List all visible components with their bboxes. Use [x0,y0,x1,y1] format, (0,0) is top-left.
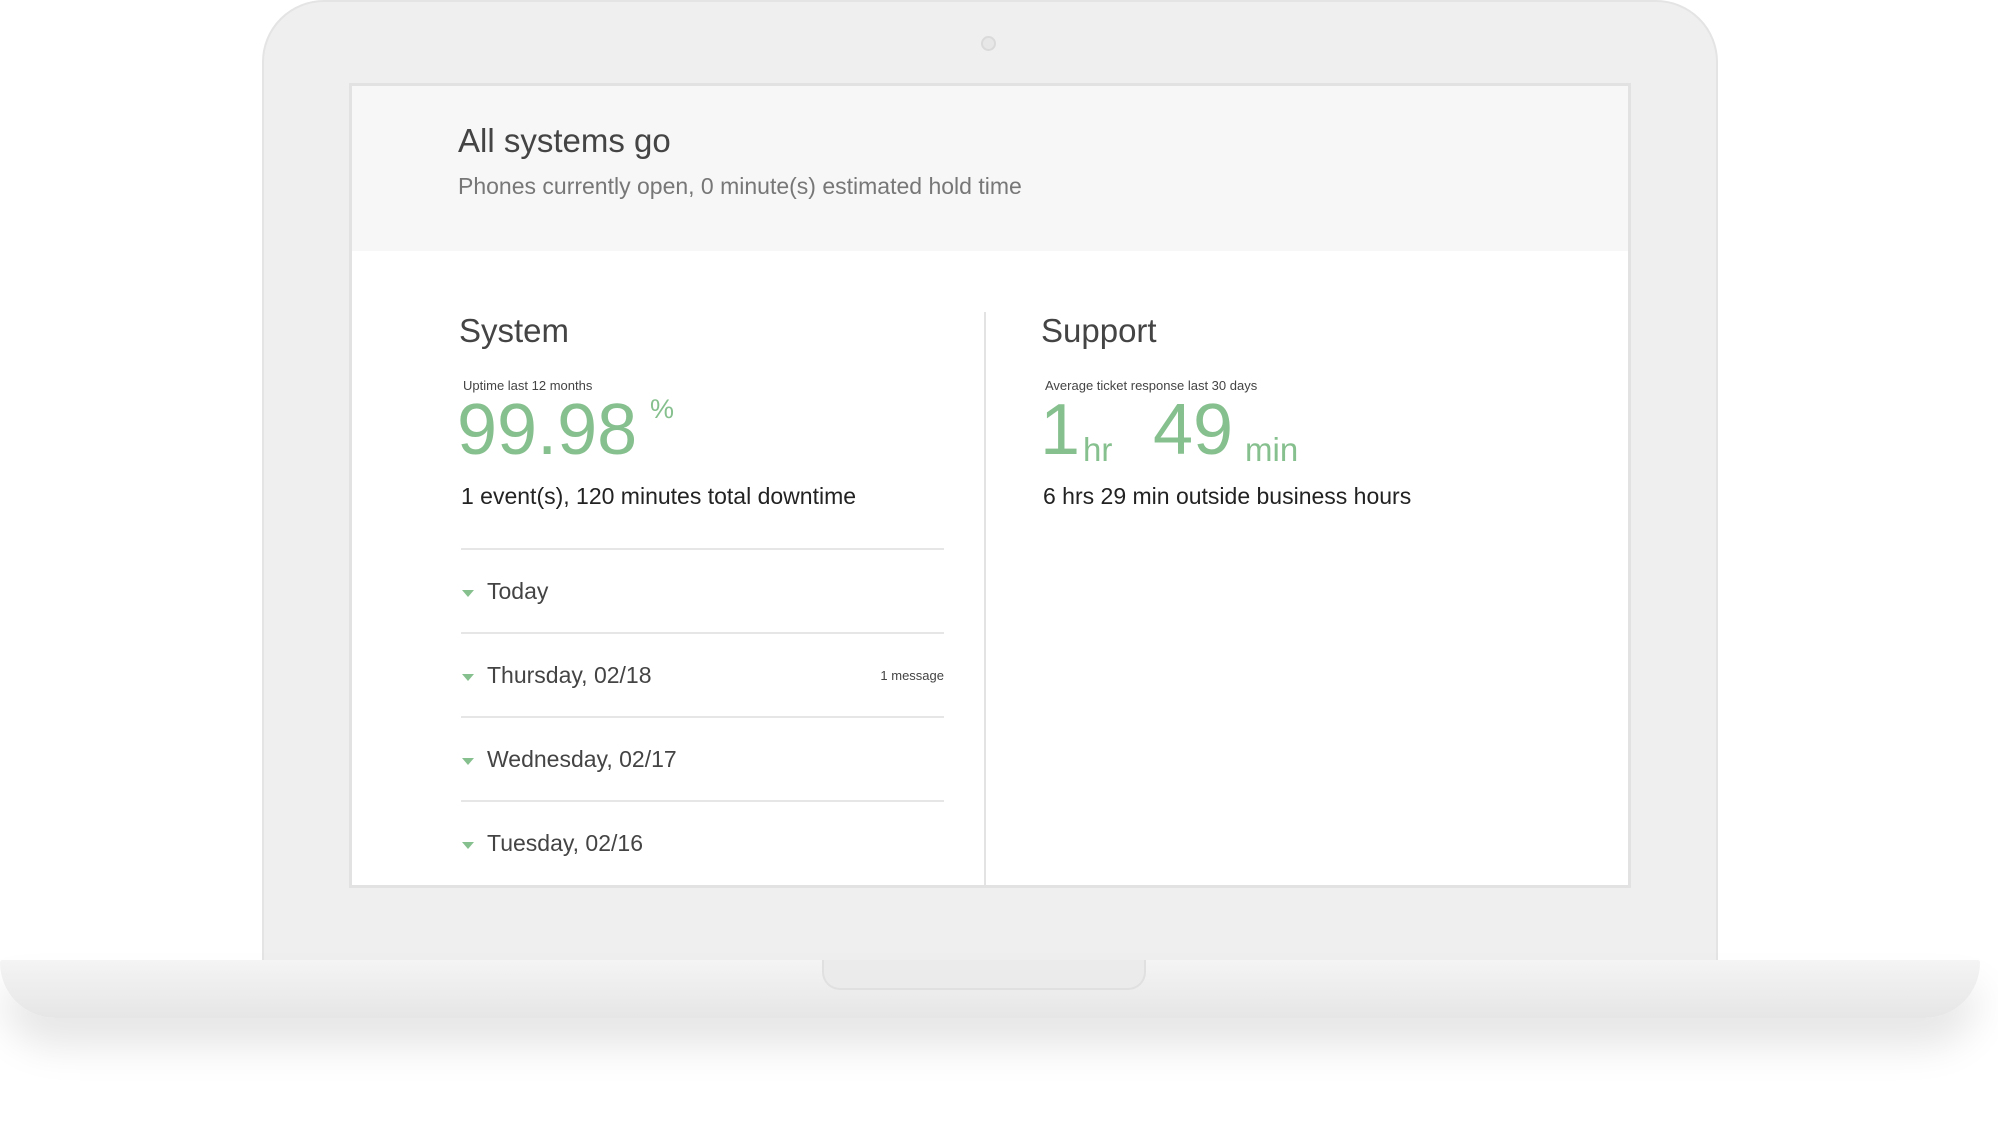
caret-down-icon [462,758,474,765]
laptop-screen: All systems go Phones currently open, 0 … [349,83,1631,888]
day-message-count: 1 message [880,668,944,683]
caret-down-icon [462,674,474,681]
day-row-thursday[interactable]: Thursday, 02/18 1 message [461,632,944,716]
response-hours-unit: hr [1083,431,1113,468]
response-minutes-value: 49 [1153,390,1234,470]
day-row-tuesday[interactable]: Tuesday, 02/16 [461,800,944,884]
day-label: Wednesday, 02/17 [487,746,677,772]
uptime-value: 99.98 [457,390,638,470]
day-label: Thursday, 02/18 [487,662,652,688]
laptop-base [0,960,1980,1018]
status-title: All systems go [458,122,671,159]
response-hours-value: 1 [1040,390,1081,470]
status-header: All systems go Phones currently open, 0 … [352,86,1628,251]
caret-down-icon [462,842,474,849]
camera-icon [981,36,996,51]
day-label: Today [487,578,549,604]
laptop-notch [822,960,1146,990]
uptime-unit: % [650,394,675,424]
system-title: System [459,312,570,349]
support-title: Support [1041,312,1157,349]
business-hours-detail: 6 hrs 29 min outside business hours [1043,483,1412,509]
day-label: Tuesday, 02/16 [487,830,643,856]
laptop-mockup: All systems go Phones currently open, 0 … [0,0,1998,1136]
status-subtitle: Phones currently open, 0 minute(s) estim… [458,173,1022,199]
day-row-today[interactable]: Today [461,548,944,632]
day-row-wednesday[interactable]: Wednesday, 02/17 [461,716,944,800]
response-minutes-unit: min [1245,431,1299,468]
column-divider [984,312,986,885]
caret-down-icon [462,590,474,597]
downtime-detail: 1 event(s), 120 minutes total downtime [461,483,857,509]
